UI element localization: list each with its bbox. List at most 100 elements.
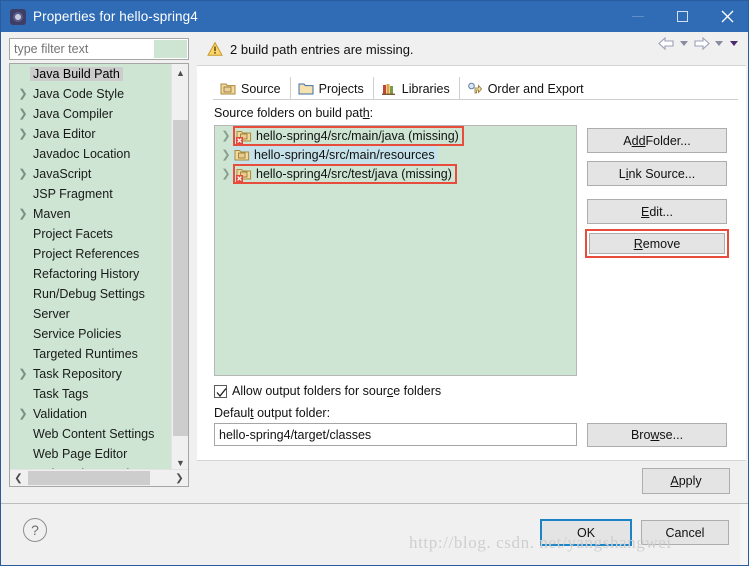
sidebar-item-javadoc-location[interactable]: Javadoc Location [10, 144, 172, 164]
edit-label-post: dit... [649, 204, 673, 219]
sidebar-item-label: Run/Debug Settings [33, 287, 145, 301]
apply-button[interactable]: Apply [642, 468, 730, 494]
sidebar-item-label: Task Repository [33, 367, 122, 381]
sidebar-item-label: Java Editor [33, 127, 96, 141]
sidebar-item-label: Validation [33, 407, 87, 421]
source-folder-path: hello-spring4/src/main/resources [254, 147, 435, 162]
cancel-button[interactable]: Cancel [641, 520, 729, 545]
ok-button[interactable]: OK [540, 519, 632, 546]
source-folders-label-mnemonic: h [362, 106, 370, 120]
build-path-panel: Source Projects Libraries Order and Export … [197, 66, 746, 460]
sidebar-item-javascript[interactable]: ❯ JavaScript [10, 164, 172, 184]
sidebar-item-label: Maven [33, 207, 71, 221]
source-folder-entry: hello-spring4/src/test/java (missing) [233, 163, 457, 184]
sidebar-item-run-debug-settings[interactable]: Run/Debug Settings [10, 284, 172, 304]
build-path-tabs: Source Projects Libraries Order and Export [213, 76, 593, 101]
sidebar-item-validation[interactable]: ❯ Validation [10, 404, 172, 424]
allow-output-folders-row[interactable]: Allow output folders for source folders [214, 384, 441, 398]
source-folders-list[interactable]: ❯ hello-spring4/src/main/java (missing) ❯ h… [214, 125, 577, 376]
tab-label: Order and Export [487, 81, 584, 96]
tab-order-and-export[interactable]: Order and Export [460, 77, 593, 100]
scroll-left-icon[interactable]: ❮ [10, 470, 27, 486]
sidebar-item-web-page-editor[interactable]: Web Page Editor [10, 444, 172, 464]
source-folders-label: Source folders on build path: [214, 106, 373, 120]
link-source-label-pre: L [618, 166, 626, 181]
sidebar-item-java-code-style[interactable]: ❯ Java Code Style [10, 84, 172, 104]
chevron-right-icon[interactable]: ❯ [16, 88, 30, 100]
sidebar-item-java-editor[interactable]: ❯ Java Editor [10, 124, 172, 144]
help-icon[interactable]: ? [23, 518, 47, 542]
back-arrow-icon[interactable] [658, 37, 675, 50]
menu-caret-icon[interactable] [730, 41, 738, 46]
chevron-right-icon[interactable]: ❯ [16, 128, 30, 140]
add-folder-label-mnemonic: dd [631, 133, 646, 148]
apply-label-post: pply [678, 474, 702, 488]
sidebar-item-label: Java Build Path [30, 67, 123, 81]
allow-output-label: Allow output folders for source folders [232, 384, 441, 398]
sidebar-item-refactoring-history[interactable]: Refactoring History [10, 264, 172, 284]
sidebar-item-label: Java Compiler [33, 107, 113, 121]
chevron-right-icon[interactable]: ❯ [16, 208, 30, 220]
default-output-folder-input[interactable] [215, 426, 571, 443]
sidebar-item-project-facets[interactable]: Project Facets [10, 224, 172, 244]
sidebar-item-label: Server [33, 307, 70, 321]
add-folder-button[interactable]: Add Folder... [587, 128, 727, 153]
chevron-right-icon[interactable]: ❯ [219, 167, 233, 180]
source-folder-missing-icon [236, 128, 252, 144]
tab-libraries[interactable]: Libraries [374, 77, 460, 100]
h-scroll-thumb[interactable] [28, 471, 150, 485]
source-folder-row[interactable]: ❯ hello-spring4/src/main/java (missing) [215, 126, 576, 146]
browse-label-post: se... [659, 428, 684, 442]
source-folder-row[interactable]: ❯ hello-spring4/src/main/resources [215, 145, 576, 164]
close-button[interactable] [705, 1, 748, 32]
settings-tree[interactable]: Java Build Path ❯ Java Code Style ❯ Java Com… [9, 63, 189, 487]
sidebar-item-java-compiler[interactable]: ❯ Java Compiler [10, 104, 172, 124]
tree-vertical-scrollbar[interactable]: ▲ ▼ [171, 64, 188, 471]
chevron-right-icon[interactable]: ❯ [219, 148, 233, 161]
source-folder-row[interactable]: ❯ hello-spring4/src/test/java (missing) [215, 163, 576, 184]
browse-label-pre: Bro [630, 428, 651, 442]
edit-button[interactable]: Edit... [587, 199, 727, 224]
chevron-right-icon[interactable]: ❯ [219, 129, 233, 142]
sidebar-item-project-references[interactable]: Project References [10, 244, 172, 264]
scroll-up-icon[interactable]: ▲ [172, 64, 188, 81]
search-input[interactable] [10, 40, 158, 58]
sidebar-item-jsp-fragment[interactable]: JSP Fragment [10, 184, 172, 204]
remove-button[interactable]: Remove [589, 233, 725, 254]
sidebar-item-task-tags[interactable]: Task Tags [10, 384, 172, 404]
sidebar-item-task-repository[interactable]: ❯ Task Repository [10, 364, 172, 384]
navigation-arrows [658, 37, 740, 50]
tree-horizontal-scrollbar[interactable]: ❮ ❯ [10, 469, 188, 486]
sidebar-item-web-content-settings[interactable]: Web Content Settings [10, 424, 172, 444]
default-output-folder-field[interactable] [214, 423, 577, 446]
settings-tree-items: Java Build Path ❯ Java Code Style ❯ Java Com… [10, 64, 172, 471]
sidebar-item-java-build-path[interactable]: Java Build Path [10, 64, 172, 84]
chevron-right-icon[interactable]: ❯ [16, 108, 30, 120]
filter-box[interactable] [9, 38, 189, 60]
chevron-right-icon[interactable]: ❯ [16, 168, 30, 180]
browse-label-mnemonic: w [650, 428, 660, 442]
source-folder-path: hello-spring4/src/main/java (missing) [256, 128, 459, 143]
sidebar-item-label: JavaScript [33, 167, 92, 181]
back-dropdown-caret-icon[interactable] [680, 41, 688, 46]
chevron-right-icon[interactable]: ❯ [16, 368, 30, 380]
maximize-button[interactable] [660, 1, 705, 32]
scroll-thumb[interactable] [173, 120, 188, 436]
tab-source[interactable]: Source [213, 77, 593, 101]
source-folders-label-suffix: : [369, 106, 374, 120]
link-source-button[interactable]: Li nk Source... [587, 161, 727, 186]
sidebar-item-service-policies[interactable]: Service Policies [10, 324, 172, 344]
scroll-right-icon[interactable]: ❯ [171, 470, 188, 486]
tab-projects[interactable]: Projects [291, 77, 374, 100]
forward-arrow-icon[interactable] [693, 37, 710, 50]
libraries-books-icon [381, 81, 397, 96]
forward-dropdown-caret-icon[interactable] [715, 41, 723, 46]
sidebar-item-targeted-runtimes[interactable]: Targeted Runtimes [10, 344, 172, 364]
sidebar-item-server[interactable]: Server [10, 304, 172, 324]
chevron-right-icon[interactable]: ❯ [16, 408, 30, 420]
minimize-button[interactable] [615, 1, 660, 32]
sidebar-item-maven[interactable]: ❯ Maven [10, 204, 172, 224]
browse-button[interactable]: Bro w se... [587, 423, 727, 447]
sidebar-item-label: Task Tags [33, 387, 89, 401]
allow-output-folders-checkbox[interactable] [214, 384, 227, 398]
